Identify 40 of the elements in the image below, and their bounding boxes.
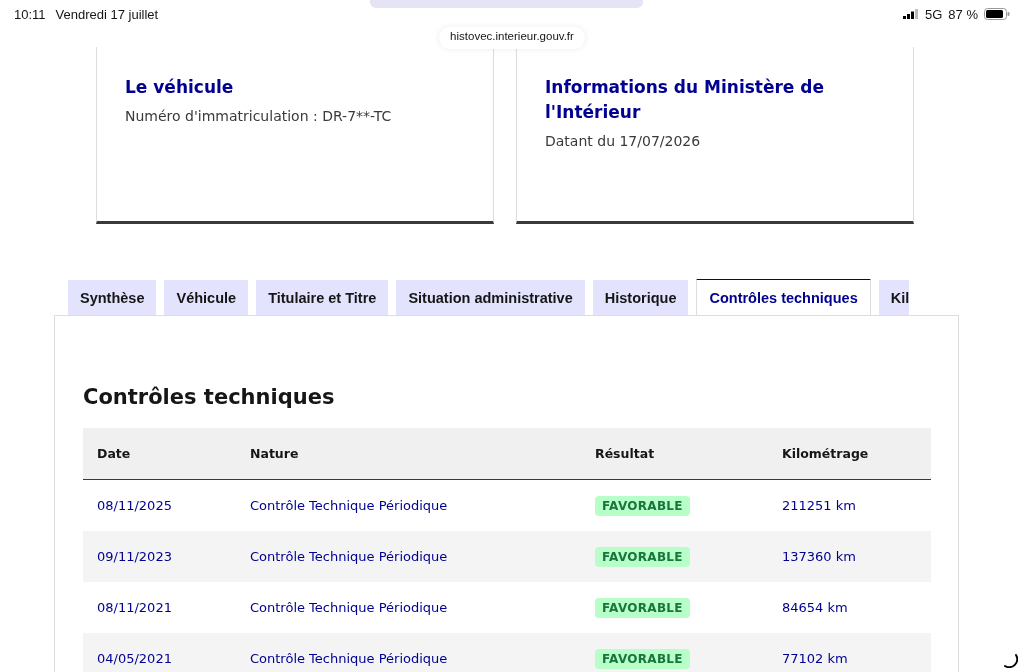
table-cell-text: 77102 km xyxy=(781,651,849,666)
table-cell-text: 84654 km xyxy=(781,600,849,615)
tab[interactable]: Historique xyxy=(592,280,689,315)
signal-icon xyxy=(903,9,919,19)
loading-icon xyxy=(1002,652,1018,668)
table-cell-text: 08/11/2025 xyxy=(96,498,173,513)
table-cell-text: 04/05/2021 xyxy=(96,651,173,666)
table-cell-text: 08/11/2021 xyxy=(96,600,173,615)
result-badge: FAVORABLE xyxy=(595,649,690,669)
clock-time: 10:11 xyxy=(14,6,46,22)
tab[interactable]: Contrôles techniques xyxy=(696,279,871,315)
column-header: Résultat xyxy=(594,446,656,461)
address-bar[interactable]: histovec.interieur.gouv.fr xyxy=(439,27,585,49)
table-cell-text: 211251 km xyxy=(781,498,857,513)
card-text: Datant du 17/07/2026 xyxy=(545,132,702,151)
status-date: Vendredi 17 juillet xyxy=(55,6,159,22)
card-text: Numéro d'immatriculation : DR-7**-TC xyxy=(125,107,393,126)
table-cell-text: Contrôle Technique Périodique xyxy=(249,651,449,666)
tab[interactable]: Situation administrative xyxy=(396,280,585,315)
column-header: Date xyxy=(96,446,132,461)
table-cell-text: 137360 km xyxy=(781,549,857,564)
card-title: Le véhicule xyxy=(125,76,235,99)
card-title: Informations du Ministère de l'Intérieur xyxy=(545,76,825,124)
table-cell-text: Contrôle Technique Périodique xyxy=(249,498,449,513)
column-header: Kilométrage xyxy=(781,446,870,461)
result-badge: FAVORABLE xyxy=(595,547,690,567)
tab[interactable]: Kil xyxy=(878,280,910,315)
network-type: 5G xyxy=(925,6,943,22)
battery-percent: 87 % xyxy=(948,6,978,22)
battery-icon xyxy=(984,8,1010,20)
tab[interactable]: Titulaire et Titre xyxy=(256,280,389,315)
section-heading: Contrôles techniques xyxy=(83,384,336,411)
result-badge: FAVORABLE xyxy=(595,598,690,618)
tab[interactable]: Synthèse xyxy=(68,280,157,315)
column-header: Nature xyxy=(249,446,300,461)
result-badge: FAVORABLE xyxy=(595,496,690,516)
tab[interactable]: Véhicule xyxy=(164,280,249,315)
table-cell-text: Contrôle Technique Périodique xyxy=(249,600,449,615)
table-cell-text: Contrôle Technique Périodique xyxy=(249,549,449,564)
table-cell-text: 09/11/2023 xyxy=(96,549,173,564)
